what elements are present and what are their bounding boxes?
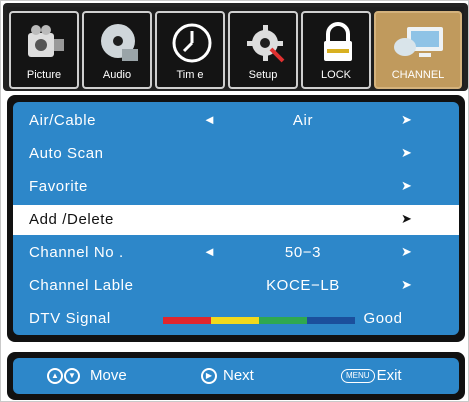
right-arrow-icon[interactable]: ➤ [401, 211, 412, 227]
tab-label: CHANNEL [391, 69, 445, 81]
help-next: ▶ Next [201, 367, 254, 384]
gear-wrench-icon [238, 19, 292, 67]
tab-setup[interactable]: Setup [228, 11, 298, 89]
tab-audio[interactable]: Audio [82, 11, 152, 89]
signal-segment [259, 317, 307, 324]
menu-row-add-delete[interactable]: Add /Delete ➤ [13, 205, 459, 235]
signal-segment [211, 317, 259, 324]
help-bar: ▲ ▼ Move ▶ Next MENU Exit [7, 352, 465, 400]
clock-icon [165, 19, 219, 67]
tab-label: Picture [26, 69, 62, 81]
menu-row-air-cable[interactable]: Air/Cable ◄ Air ➤ [13, 106, 459, 136]
row-label: Auto Scan [29, 145, 104, 162]
right-arrow-icon[interactable]: ➤ [401, 244, 412, 260]
menu-row-channel-no[interactable]: Channel No . ◄ 50−3 ➤ [13, 238, 459, 268]
help-exit: MENU Exit [341, 367, 402, 384]
menu-row-favorite[interactable]: Favorite ➤ [13, 172, 459, 202]
channel-menu: Air/Cable ◄ Air ➤ Auto Scan ➤ Favorite ➤… [7, 95, 465, 342]
tab-label: Setup [248, 69, 278, 81]
row-value: KOCE−LB [266, 277, 340, 294]
signal-quality: Good [363, 310, 403, 327]
signal-segment [163, 317, 211, 324]
row-value: 50−3 [284, 244, 322, 261]
tab-label: LOCK [321, 69, 351, 81]
osd-frame: Picture Audio Tim e Setup LOCK CHANNEL A… [0, 0, 469, 402]
camcorder-icon [19, 19, 73, 67]
tab-label: Audio [102, 69, 132, 81]
satellite-dish-icon [384, 19, 454, 67]
help-move-label: Move [90, 367, 127, 384]
row-label: Channel No . [29, 244, 124, 261]
row-label: Favorite [29, 178, 88, 195]
tab-channel[interactable]: CHANNEL [374, 11, 462, 89]
right-circle-arrow-icon: ▶ [201, 367, 217, 384]
help-exit-label: Exit [376, 367, 402, 384]
help-next-label: Next [223, 367, 254, 384]
left-arrow-icon[interactable]: ◄ [203, 112, 216, 127]
tab-lock[interactable]: LOCK [301, 11, 371, 89]
row-label: DTV Signal [29, 310, 111, 327]
row-label: Add /Delete [29, 211, 114, 228]
tab-time[interactable]: Tim e [155, 11, 225, 89]
right-arrow-icon[interactable]: ➤ [401, 178, 412, 194]
channel-menu-panel: Air/Cable ◄ Air ➤ Auto Scan ➤ Favorite ➤… [13, 102, 459, 335]
row-value: Air [292, 112, 314, 129]
right-arrow-icon[interactable]: ➤ [401, 277, 412, 293]
right-arrow-icon[interactable]: ➤ [401, 145, 412, 161]
menu-row-dtv-signal: DTV Signal Good [13, 304, 459, 334]
row-label: Channel Lable [29, 277, 134, 294]
help-move: ▲ ▼ Move [47, 367, 127, 384]
menu-row-auto-scan[interactable]: Auto Scan ➤ [13, 139, 459, 169]
menu-row-channel-label[interactable]: Channel Lable KOCE−LB ➤ [13, 271, 459, 301]
row-label: Air/Cable [29, 112, 97, 129]
help-bar-panel: ▲ ▼ Move ▶ Next MENU Exit [13, 358, 459, 394]
tab-label: Tim e [176, 69, 204, 81]
left-arrow-icon[interactable]: ◄ [203, 244, 216, 259]
padlock-icon [311, 19, 365, 67]
tab-picture[interactable]: Picture [9, 11, 79, 89]
cd-disc-icon [92, 19, 146, 67]
up-down-arrows-icon: ▲ ▼ [47, 367, 80, 384]
menu-key-icon: MENU [341, 368, 375, 383]
right-arrow-icon[interactable]: ➤ [401, 112, 412, 128]
tab-bar: Picture Audio Tim e Setup LOCK CHANNEL [3, 3, 468, 91]
